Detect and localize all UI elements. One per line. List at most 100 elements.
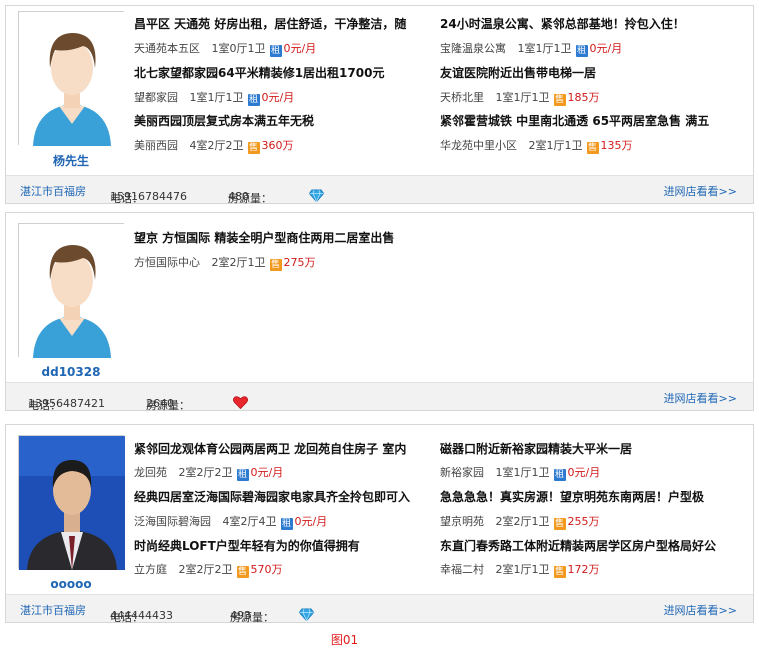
heart-icon [233, 396, 248, 410]
rent-tag: 租 [575, 45, 588, 57]
listing-price: 360万 [261, 139, 294, 152]
listing-title[interactable]: 经典四居室泛海国际碧海园家电家具齐全拎包即可入 [134, 488, 434, 505]
listing-price: 0元/月 [567, 466, 601, 479]
listing-title[interactable]: 时尚经典LOFT户型年轻有为的你值得拥有 [134, 537, 434, 554]
agent-card-1: 杨先生 昌平区 天通苑 好房出租，居住舒适，干净整洁，随 天通苑本五区 1室0厅… [5, 5, 754, 205]
listing-meta: 幸福二村 2室1厅1卫售 172万 [440, 561, 600, 578]
sale-tag: 售 [247, 142, 260, 154]
listing-price: 255万 [567, 515, 600, 528]
phone-number: 444444433 [110, 609, 173, 622]
visit-shop-link[interactable]: 进网店看看>> [664, 390, 737, 406]
room-layout: 2室2厅2卫 [178, 466, 233, 479]
room-layout: 1室0厅1卫 [211, 42, 266, 55]
phone-number: 13956487421 [28, 397, 105, 410]
listing-title[interactable]: 望京 方恒国际 精装全明户型商住两用二居室出售 [134, 229, 454, 246]
listing-title[interactable]: 急急急急！真实房源！望京明苑东南两居！户型极 [440, 488, 746, 505]
listing-title[interactable]: 紧邻霍营城铁 中里南北通透 65平两居室急售 满五 [440, 112, 746, 129]
rent-tag: 租 [247, 94, 260, 106]
room-layout: 4室2厅4卫 [222, 515, 277, 528]
diamond-icon [298, 608, 315, 622]
rent-tag: 租 [553, 469, 566, 481]
sale-tag: 售 [586, 142, 599, 154]
listing-title[interactable]: 紧邻回龙观体育公园两居两卫 龙回苑自住房子 室内 [134, 440, 434, 457]
sale-tag: 售 [236, 566, 249, 578]
agent-name[interactable]: ooooo [18, 577, 124, 591]
estate-name[interactable]: 天通苑本五区 [134, 42, 200, 55]
estate-name[interactable]: 美丽西园 [134, 139, 178, 152]
listing-meta: 华龙苑中里小区 2室1厅1卫售 135万 [440, 137, 633, 154]
listing-meta: 宝隆温泉公寓 1室1厅1卫租 0元/月 [440, 40, 622, 57]
estate-name[interactable]: 龙回苑 [134, 466, 167, 479]
listing-price: 0元/月 [261, 91, 295, 104]
room-layout: 4室2厅2卫 [189, 139, 244, 152]
sale-tag: 售 [553, 518, 566, 530]
agency-link[interactable]: 湛江市百福房 [20, 602, 86, 618]
estate-name[interactable]: 泛海国际碧海园 [134, 515, 211, 528]
listing-meta: 龙回苑 2室2厅2卫租 0元/月 [134, 464, 283, 481]
listing-title[interactable]: 24小时温泉公寓、紧邻总部基地！拎包入住！ [440, 15, 746, 32]
room-layout: 2室2厅1卫 [495, 515, 550, 528]
listing-meta: 美丽西园 4室2厅2卫售 360万 [134, 137, 294, 154]
listing-title[interactable]: 磁器口附近新裕家园精装大平米一居 [440, 440, 746, 457]
agent-footer: 电话： 13956487421 房源量： 2640 进网店看看>> [6, 382, 753, 412]
agent-footer: 湛江市百福房 电话： 15916784476 房源量： 480 进网店看看>> [6, 175, 753, 205]
default-avatar-icon [19, 12, 125, 146]
listing-price: 0元/月 [250, 466, 284, 479]
figure-caption: 图01 [330, 633, 359, 647]
room-layout: 2室2厅2卫 [178, 563, 233, 576]
estate-name[interactable]: 幸福二村 [440, 563, 484, 576]
estate-name[interactable]: 立方庭 [134, 563, 167, 576]
listing-price: 172万 [567, 563, 600, 576]
estate-name[interactable]: 华龙苑中里小区 [440, 139, 517, 152]
estate-name[interactable]: 宝隆温泉公寓 [440, 42, 506, 55]
room-layout: 2室2厅1卫 [211, 256, 266, 269]
listing-count-value: 480 [228, 190, 249, 203]
listing-price: 570万 [250, 563, 283, 576]
listing-title[interactable]: 北七家望都家园64平米精装修1居出租1700元 [134, 64, 434, 81]
listing-count-value: 2640 [146, 397, 174, 410]
listing-price: 135万 [600, 139, 633, 152]
estate-name[interactable]: 天桥北里 [440, 91, 484, 104]
default-avatar-icon [19, 224, 125, 358]
agent-card-3: ooooo 紧邻回龙观体育公园两居两卫 龙回苑自住房子 室内 龙回苑 2室2厅2… [5, 424, 754, 624]
listing-meta: 立方庭 2室2厅2卫售 570万 [134, 561, 283, 578]
listing-meta: 方恒国际中心 2室2厅1卫售 275万 [134, 254, 316, 271]
estate-name[interactable]: 方恒国际中心 [134, 256, 200, 269]
listing-meta: 天桥北里 1室1厅1卫售 185万 [440, 89, 600, 106]
listing-meta: 新裕家园 1室1厅1卫租 0元/月 [440, 464, 600, 481]
room-layout: 1室1厅1卫 [495, 466, 550, 479]
estate-name[interactable]: 望京明苑 [440, 515, 484, 528]
listing-price: 275万 [283, 256, 316, 269]
visit-shop-link[interactable]: 进网店看看>> [664, 183, 737, 199]
sale-tag: 售 [269, 259, 282, 271]
diamond-icon [308, 189, 325, 203]
listing-meta: 泛海国际碧海园 4室2厅4卫租 0元/月 [134, 513, 327, 530]
listing-title[interactable]: 昌平区 天通苑 好房出租，居住舒适，干净整洁，随 [134, 15, 434, 32]
estate-name[interactable]: 望都家园 [134, 91, 178, 104]
listing-meta: 望京明苑 2室2厅1卫售 255万 [440, 513, 600, 530]
agent-photo[interactable] [18, 223, 125, 358]
sale-tag: 售 [553, 94, 566, 106]
listing-meta: 天通苑本五区 1室0厅1卫租 0元/月 [134, 40, 316, 57]
estate-name[interactable]: 新裕家园 [440, 466, 484, 479]
room-layout: 2室1厅1卫 [495, 563, 550, 576]
listing-price: 0元/月 [589, 42, 623, 55]
listing-count-value: 493 [230, 609, 251, 622]
visit-shop-link[interactable]: 进网店看看>> [664, 602, 737, 618]
agency-link[interactable]: 湛江市百福房 [20, 183, 86, 199]
room-layout: 1室1厅1卫 [495, 91, 550, 104]
agent-photo[interactable] [18, 11, 125, 146]
room-layout: 2室1厅1卫 [528, 139, 583, 152]
sale-tag: 售 [553, 566, 566, 578]
listing-title[interactable]: 美丽西园顶层复式房本满五年无税 [134, 112, 434, 129]
phone-number: 15916784476 [110, 190, 187, 203]
listing-title[interactable]: 东直门春秀路工体附近精装两居学区房户型格局好公 [440, 537, 746, 554]
listing-price: 0元/月 [283, 42, 317, 55]
agent-name[interactable]: 杨先生 [18, 152, 124, 169]
room-layout: 1室1厅1卫 [189, 91, 244, 104]
listing-price: 0元/月 [294, 515, 328, 528]
agent-name[interactable]: dd10328 [18, 365, 124, 379]
listing-title[interactable]: 友谊医院附近出售带电梯一居 [440, 64, 746, 81]
agent-photo[interactable] [18, 435, 125, 570]
rent-tag: 租 [236, 469, 249, 481]
